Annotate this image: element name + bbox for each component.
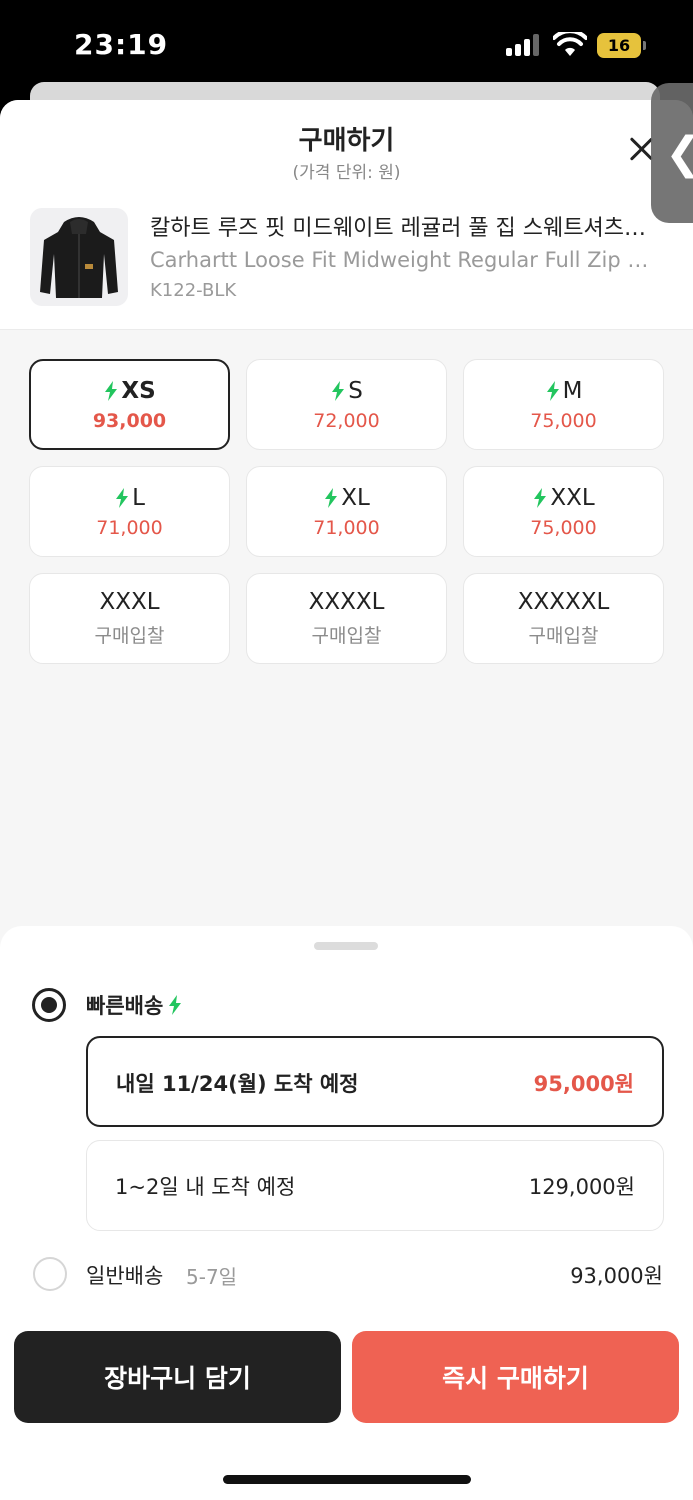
fast-option-price: 129,000원 xyxy=(528,1175,635,1199)
delivery-panel: 빠른배송 내일 11/24(월) 도착 예정 95,000원 1~2일 내 도착… xyxy=(0,926,693,1500)
standard-delivery-price: 93,000원 xyxy=(570,1264,663,1288)
fast-delivery-label: 빠른배송 xyxy=(86,994,164,1018)
size-price: 93,000 xyxy=(92,409,167,432)
size-label: XS xyxy=(121,377,156,404)
size-price: 구매입찰 xyxy=(528,625,599,647)
size-label: L xyxy=(132,484,145,511)
size-label: XXXXL xyxy=(308,589,385,615)
lightning-icon xyxy=(116,487,129,508)
size-label: XXXL xyxy=(99,589,160,615)
size-price: 75,000 xyxy=(530,516,597,539)
buy-now-button[interactable]: 즉시 구매하기 xyxy=(352,1331,679,1423)
side-panel-tab[interactable]: ❮ xyxy=(651,83,693,223)
size-label: XL xyxy=(341,484,370,511)
wifi-icon xyxy=(553,32,587,56)
product-name-korean: 칼하트 루즈 핏 미드웨이트 레귤러 풀 집 스웨트셔츠 블랙 xyxy=(150,216,650,241)
size-label: XXL xyxy=(550,484,595,511)
fast-delivery-title: 빠른배송 xyxy=(86,990,183,1020)
size-option-xxxl[interactable]: XXXL 구매입찰 xyxy=(29,573,230,664)
page-title: 구매하기 xyxy=(298,126,395,156)
size-option-xxxxxl[interactable]: XXXXXL 구매입찰 xyxy=(463,573,664,664)
standard-delivery-radio[interactable] xyxy=(33,1257,67,1291)
standard-delivery-days: 5-7일 xyxy=(186,1265,238,1289)
lightning-icon xyxy=(534,487,547,508)
size-label-row: XXXXXL xyxy=(518,589,610,615)
battery-level: 16 xyxy=(607,36,631,55)
chevron-left-icon: ❮ xyxy=(665,128,693,179)
add-to-cart-button[interactable]: 장바구니 담기 xyxy=(14,1331,341,1423)
size-label: M xyxy=(562,377,583,404)
size-price: 구매입찰 xyxy=(311,625,382,647)
fast-option-price: 95,000원 xyxy=(533,1072,634,1096)
size-option-m[interactable]: M 75,000 xyxy=(463,359,664,450)
size-option-xxxxl[interactable]: XXXXL 구매입찰 xyxy=(246,573,447,664)
size-label-row: XS xyxy=(103,377,156,404)
status-bar: 23:19 16 xyxy=(0,0,693,90)
home-indicator xyxy=(223,1475,471,1484)
size-price: 71,000 xyxy=(96,516,163,539)
product-image xyxy=(30,208,128,306)
size-price: 72,000 xyxy=(313,409,380,432)
size-option-xs[interactable]: XS 93,000 xyxy=(29,359,230,450)
signal-icon xyxy=(506,34,542,56)
size-option-l[interactable]: L 71,000 xyxy=(29,466,230,557)
fast-option-label: 1~2일 내 도착 예정 xyxy=(115,1175,296,1199)
size-label-row: XXXXL xyxy=(309,589,385,615)
size-label-row: XXL xyxy=(532,484,595,511)
size-price: 71,000 xyxy=(313,516,380,539)
size-option-xxl[interactable]: XXL 75,000 xyxy=(463,466,664,557)
fast-option-1-2-days[interactable]: 1~2일 내 도착 예정 129,000원 xyxy=(86,1140,664,1231)
size-label-row: XL xyxy=(323,485,370,511)
sheet-header: 구매하기 (가격 단위: 원) 칼하트 루즈 핏 미드웨이트 레귤러 풀 집 스… xyxy=(0,100,693,330)
size-label: XXXXXL xyxy=(517,589,610,615)
status-time: 23:19 xyxy=(74,28,169,61)
size-option-s[interactable]: S 72,000 xyxy=(246,359,447,450)
size-label: S xyxy=(348,377,363,404)
fast-option-label: 내일 11/24(월) 도착 예정 xyxy=(116,1072,359,1096)
size-price: 75,000 xyxy=(530,409,597,432)
lightning-icon xyxy=(169,995,182,1015)
size-price: 구매입찰 xyxy=(94,625,165,647)
standard-delivery-title[interactable]: 일반배송 xyxy=(86,1260,163,1290)
size-label-row: XXXL xyxy=(99,589,159,615)
fast-delivery-radio[interactable] xyxy=(32,988,66,1022)
lightning-icon xyxy=(325,487,338,508)
product-code: K122-BLK xyxy=(150,280,237,301)
size-label-row: M xyxy=(545,377,583,404)
product-name-english: Carhartt Loose Fit Midweight Regular Ful… xyxy=(150,248,650,272)
drag-handle[interactable] xyxy=(314,942,378,950)
lightning-icon xyxy=(546,380,559,401)
fast-option-tomorrow[interactable]: 내일 11/24(월) 도착 예정 95,000원 xyxy=(86,1036,664,1127)
size-label-row: S xyxy=(330,378,363,404)
lightning-icon xyxy=(105,380,118,401)
lightning-icon xyxy=(332,380,345,401)
price-unit-note: (가격 단위: 원) xyxy=(292,163,401,183)
size-grid: XS 93,000 S 72,000 M 75,000 L 71,000 XL 71,000 XXL… xyxy=(29,359,665,664)
battery-icon: 16 xyxy=(597,33,646,58)
size-option-xl[interactable]: XL 71,000 xyxy=(246,466,447,557)
size-label-row: L xyxy=(114,485,145,511)
